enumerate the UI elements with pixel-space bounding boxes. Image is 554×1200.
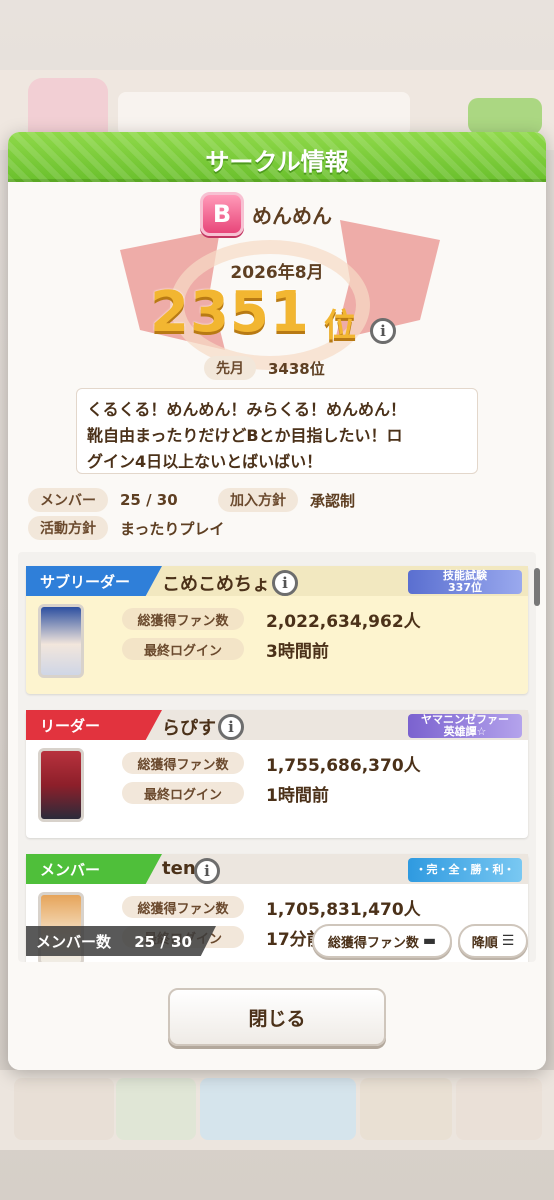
sort-order-label: 降順 xyxy=(471,935,498,951)
circle-introduction: くるくる！めんめん！みらくる！めんめん！ 靴自由まったりだけどBとか目指したい！… xyxy=(76,388,478,474)
sort-order-icon: ☰ xyxy=(501,933,515,949)
rank-info-icon[interactable]: i xyxy=(370,318,396,344)
member-card[interactable]: リーダー らぴす i ヤマニンゼファー 英雄譚☆ 総獲得ファン数 1,755,6… xyxy=(26,710,528,838)
activity-policy-stat: 活動方針 まったりプレイ xyxy=(28,516,224,540)
sort-key-icon: ▬ xyxy=(422,933,437,949)
last-month-rank: 先月 3438位 xyxy=(204,356,325,380)
member-info-icon[interactable]: i xyxy=(194,858,220,884)
background-name-bar xyxy=(118,92,410,136)
dialog-header: サークル情報 xyxy=(8,132,546,182)
member-list-scrollbar[interactable] xyxy=(534,568,540,606)
member-info-icon[interactable]: i xyxy=(272,570,298,596)
fans-value: 1,705,831,470人 xyxy=(266,900,421,920)
member-avatar[interactable] xyxy=(38,604,84,678)
circle-rank-number: 2351 xyxy=(150,280,310,345)
last-month-value: 3438位 xyxy=(268,359,325,378)
background-menu-tile xyxy=(14,1078,114,1140)
background-menu-tile xyxy=(116,1078,196,1140)
activity-policy-label: 活動方針 xyxy=(28,516,108,540)
activity-policy-value: まったりプレイ xyxy=(120,519,225,538)
member-title-badge: ヤマニンゼファー 英雄譚☆ xyxy=(408,714,522,738)
join-policy-stat: 加入方針 承認制 xyxy=(218,488,355,512)
member-name: こめこめちょ xyxy=(162,574,270,595)
fans-label: 総獲得ファン数 xyxy=(122,896,244,918)
sort-order-button[interactable]: 降順 ☰ xyxy=(458,924,528,958)
member-title-badge: 技能試験 337位 xyxy=(408,570,522,594)
circle-name: めんめん xyxy=(252,203,332,228)
member-list[interactable]: サブリーダー こめこめちょ i 技能試験 337位 総獲得ファン数 2,022,… xyxy=(18,552,536,962)
close-button[interactable]: 閉じる xyxy=(168,988,386,1046)
member-name: らぴす xyxy=(162,718,216,739)
background-menu-tile xyxy=(360,1078,452,1140)
circle-rank-unit: 位 xyxy=(324,306,357,344)
intro-line: 靴自由まったりだけどBとか目指したい！ロ xyxy=(87,426,403,445)
intro-line: グイン4日以上ないとばいばい！ xyxy=(87,452,323,471)
member-count-label: メンバー数 xyxy=(36,933,112,951)
background-green-button xyxy=(468,98,542,134)
last-login-label: 最終ログイン xyxy=(122,782,244,804)
dialog-title: サークル情報 xyxy=(205,148,349,176)
member-title-text: ・完・全・勝・利・ xyxy=(415,863,515,876)
member-card[interactable]: サブリーダー こめこめちょ i 技能試験 337位 総獲得ファン数 2,022,… xyxy=(26,566,528,694)
member-role-tag: メンバー xyxy=(26,854,162,884)
member-count-value: 25 / 30 xyxy=(134,933,192,951)
sort-key-label: 総獲得ファン数 xyxy=(327,935,419,951)
join-policy-value: 承認制 xyxy=(310,491,356,510)
member-title-badge: ・完・全・勝・利・ xyxy=(408,858,522,882)
member-title-text: ヤマニンゼファー 英雄譚☆ xyxy=(421,713,509,738)
member-role-tag: サブリーダー xyxy=(26,566,162,596)
member-title-text: 技能試験 337位 xyxy=(443,569,487,594)
member-count-stat: メンバー 25 / 30 xyxy=(28,488,178,512)
circle-name-row: B めんめん xyxy=(200,192,332,236)
last-login-label: 最終ログイン xyxy=(122,638,244,660)
background-menu-tile xyxy=(200,1078,356,1140)
fans-value: 1,755,686,370人 xyxy=(266,756,421,776)
member-info-icon[interactable]: i xyxy=(218,714,244,740)
fans-value: 2,022,634,962人 xyxy=(266,612,421,632)
circle-rank-badge-icon: B xyxy=(200,192,244,236)
member-role-tag: リーダー xyxy=(26,710,162,740)
sort-key-button[interactable]: 総獲得ファン数 ▬ xyxy=(312,924,452,958)
last-month-label: 先月 xyxy=(204,356,256,380)
fans-label: 総獲得ファン数 xyxy=(122,608,244,630)
last-login-value: 3時間前 xyxy=(266,642,329,662)
members-value: 25 / 30 xyxy=(120,491,178,509)
member-avatar[interactable] xyxy=(38,748,84,822)
fans-label: 総獲得ファン数 xyxy=(122,752,244,774)
last-login-value: 1時間前 xyxy=(266,786,329,806)
member-name: ten xyxy=(162,858,196,879)
intro-line: くるくる！めんめん！みらくる！めんめん！ xyxy=(87,400,407,419)
background-menu-tile xyxy=(456,1078,542,1140)
members-label: メンバー xyxy=(28,488,108,512)
join-policy-label: 加入方針 xyxy=(218,488,298,512)
member-count-bar: メンバー数 25 / 30 xyxy=(26,926,216,956)
